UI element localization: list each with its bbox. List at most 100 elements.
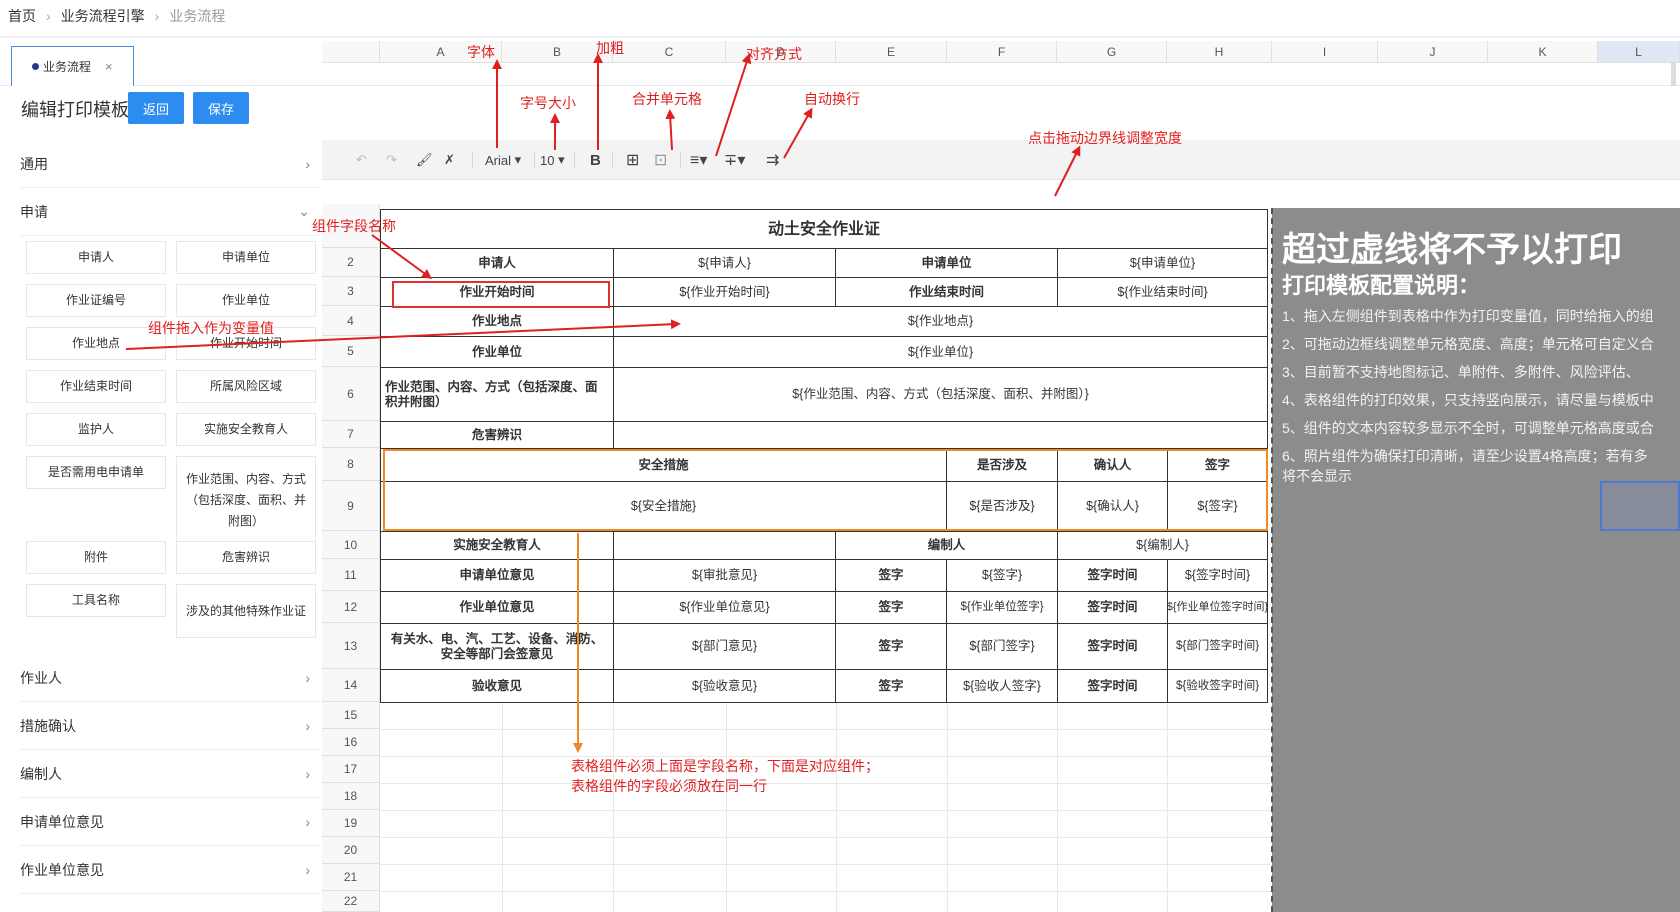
- font-family-select[interactable]: Arial ▾: [485, 150, 521, 170]
- table-cell[interactable]: ${验收签字时间}: [1167, 669, 1268, 703]
- close-icon[interactable]: ×: [105, 59, 113, 74]
- table-cell[interactable]: [613, 421, 1268, 449]
- row-header[interactable]: 18: [322, 783, 380, 810]
- table-cell[interactable]: ${作业结束时间}: [1057, 277, 1268, 307]
- row-header[interactable]: 2: [322, 248, 380, 277]
- component-item[interactable]: 作业地点: [26, 327, 166, 360]
- row-header[interactable]: 10: [322, 531, 380, 559]
- breadcrumb-home[interactable]: 首页: [8, 6, 36, 26]
- table-cell[interactable]: ${申请单位}: [1057, 248, 1268, 278]
- table-cell[interactable]: ${编制人}: [1057, 531, 1268, 560]
- component-item[interactable]: 附件: [26, 541, 166, 574]
- table-cell[interactable]: 申请单位意见: [380, 559, 614, 592]
- component-item[interactable]: 实施安全教育人: [176, 413, 316, 446]
- component-item[interactable]: 工具名称: [26, 584, 166, 617]
- column-header[interactable]: L: [1598, 41, 1680, 63]
- column-header[interactable]: G: [1057, 41, 1167, 63]
- row-header[interactable]: 11: [322, 559, 380, 591]
- table-cell[interactable]: ${作业地点}: [613, 306, 1268, 337]
- component-item[interactable]: 作业单位: [176, 284, 316, 317]
- table-cell[interactable]: ${审批意见}: [613, 559, 836, 592]
- back-button[interactable]: 返回: [128, 92, 184, 124]
- table-cell[interactable]: 有关水、电、汽、工艺、设备、消防、安全等部门会签意见: [380, 623, 614, 670]
- merge-cells-icon[interactable]: ⊡: [654, 150, 667, 170]
- table-cell[interactable]: ${部门签字}: [946, 623, 1058, 670]
- table-cell[interactable]: 签字: [835, 623, 947, 670]
- table-cell[interactable]: ${作业开始时间}: [613, 277, 836, 307]
- component-item[interactable]: 所属风险区域: [176, 370, 316, 403]
- format-painter-icon[interactable]: 🖌: [416, 150, 433, 170]
- clear-format-icon[interactable]: ✗: [444, 150, 455, 170]
- vertical-align-icon[interactable]: ∓▾: [724, 150, 745, 170]
- table-cell[interactable]: 作业地点: [380, 306, 614, 337]
- table-cell[interactable]: ${作业范围、内容、方式（包括深度、面积、并附图）}: [613, 367, 1268, 422]
- component-item[interactable]: 涉及的其他特殊作业证: [176, 584, 316, 638]
- sidebar-section-apply-unit-opinion[interactable]: 申请单位意见 ›: [20, 798, 320, 846]
- breadcrumb-engine[interactable]: 业务流程引擎: [61, 6, 145, 26]
- row-header[interactable]: 9: [322, 481, 380, 531]
- table-cell[interactable]: 实施安全教育人: [380, 531, 614, 560]
- column-header[interactable]: H: [1167, 41, 1272, 63]
- row-header[interactable]: 3: [322, 277, 380, 306]
- component-item[interactable]: 作业证编号: [26, 284, 166, 317]
- table-cell[interactable]: 签字时间: [1057, 669, 1168, 703]
- table-cell[interactable]: 签字: [835, 669, 947, 703]
- row-header[interactable]: 12: [322, 591, 380, 623]
- component-item[interactable]: 是否需用电申请单: [26, 456, 166, 489]
- sidebar-section-apply[interactable]: 申请 ⌄: [20, 188, 320, 236]
- table-cell[interactable]: 作业结束时间: [835, 277, 1058, 307]
- row-header[interactable]: 15: [322, 702, 380, 729]
- table-cell[interactable]: 验收意见: [380, 669, 614, 703]
- table-cell[interactable]: 签字: [835, 591, 947, 624]
- table-cell[interactable]: 签字时间: [1057, 623, 1168, 670]
- row-header[interactable]: 16: [322, 729, 380, 756]
- sidebar-section-work-unit-opinion[interactable]: 作业单位意见 ›: [20, 846, 320, 894]
- tab-business-process[interactable]: 业务流程 ×: [11, 46, 134, 86]
- row-header[interactable]: 19: [322, 810, 380, 837]
- column-header[interactable]: C: [613, 41, 726, 63]
- table-cell[interactable]: ${作业单位签字时间}: [1167, 591, 1268, 624]
- sidebar-section-measures[interactable]: 措施确认 ›: [20, 702, 320, 750]
- component-item[interactable]: 申请单位: [176, 241, 316, 274]
- print-limit-dashed-line[interactable]: [1271, 208, 1273, 912]
- table-cell[interactable]: ${作业单位}: [613, 336, 1268, 368]
- row-header[interactable]: 13: [322, 623, 380, 669]
- row-header[interactable]: 5: [322, 336, 380, 367]
- column-header[interactable]: I: [1272, 41, 1378, 63]
- table-cell[interactable]: 签字时间: [1057, 591, 1168, 624]
- column-header[interactable]: K: [1488, 41, 1598, 63]
- table-cell[interactable]: ${部门意见}: [613, 623, 836, 670]
- save-button[interactable]: 保存: [193, 92, 249, 124]
- table-cell[interactable]: ${签字时间}: [1167, 559, 1268, 592]
- border-icon[interactable]: ⊞: [626, 150, 639, 170]
- row-header[interactable]: 17: [322, 756, 380, 783]
- bold-icon[interactable]: B: [590, 150, 601, 170]
- row-header[interactable]: 6: [322, 367, 380, 421]
- table-cell[interactable]: ${申请人}: [613, 248, 836, 278]
- table-cell[interactable]: ${作业单位意见}: [613, 591, 836, 624]
- align-icon[interactable]: ≡▾: [690, 150, 707, 170]
- component-item[interactable]: 监护人: [26, 413, 166, 446]
- table-cell[interactable]: 危害辨识: [380, 421, 614, 449]
- wrap-text-icon[interactable]: ⇉: [766, 150, 779, 170]
- undo-icon[interactable]: ↶: [356, 150, 367, 170]
- row-header[interactable]: 22: [322, 891, 380, 912]
- table-cell[interactable]: 作业范围、内容、方式（包括深度、面积并附图）: [380, 367, 614, 422]
- component-item[interactable]: 申请人: [26, 241, 166, 274]
- row-header[interactable]: 20: [322, 837, 380, 864]
- table-cell[interactable]: 申请单位: [835, 248, 1058, 278]
- component-item[interactable]: 危害辨识: [176, 541, 316, 574]
- font-size-select[interactable]: 10 ▾: [540, 150, 565, 170]
- corner-cell[interactable]: [322, 41, 380, 63]
- table-cell[interactable]: 申请人: [380, 248, 614, 278]
- table-cell[interactable]: ${验收人签字}: [946, 669, 1058, 703]
- sidebar-section-editor[interactable]: 编制人 ›: [20, 750, 320, 798]
- row-header[interactable]: 7: [322, 421, 380, 448]
- table-cell[interactable]: ${部门签字时间}: [1167, 623, 1268, 670]
- table-cell[interactable]: 签字: [835, 559, 947, 592]
- table-cell[interactable]: 编制人: [835, 531, 1058, 560]
- selected-cell[interactable]: [1600, 481, 1680, 531]
- sidebar-section-general[interactable]: 通用 ›: [20, 140, 320, 188]
- redo-icon[interactable]: ↷: [386, 150, 397, 170]
- row-header[interactable]: 14: [322, 669, 380, 702]
